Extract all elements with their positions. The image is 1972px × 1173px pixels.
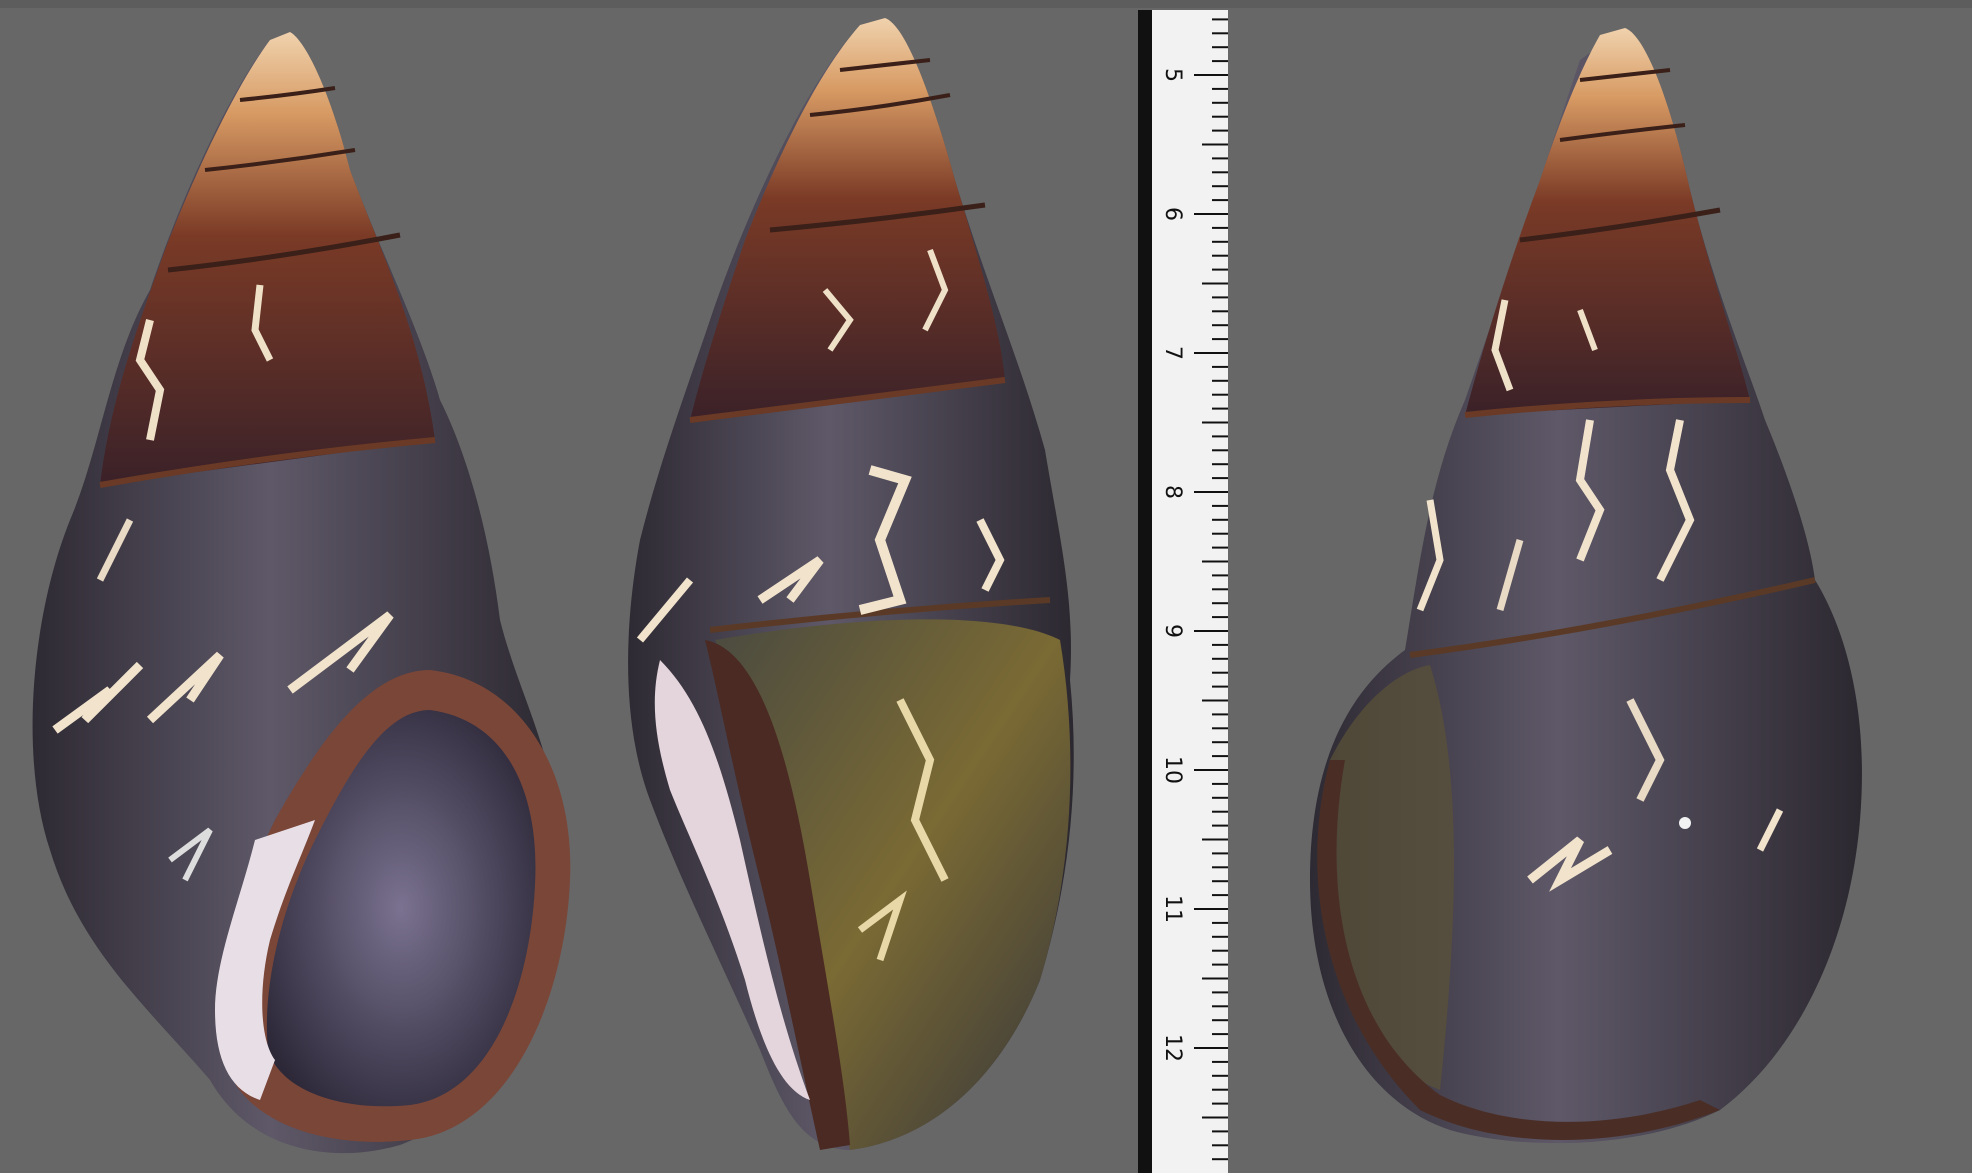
ruler-label-9: 9 <box>1160 624 1185 638</box>
top-border <box>0 0 1972 8</box>
ruler-label-6: 6 <box>1160 207 1185 221</box>
shell-dorsal-view <box>1310 28 1862 1144</box>
shell-apertural-view <box>32 32 571 1154</box>
ruler-label-5: 5 <box>1160 68 1185 82</box>
ruler-edge <box>1138 10 1152 1173</box>
ruler-label-8: 8 <box>1160 485 1185 499</box>
ruler-label-7: 7 <box>1160 346 1185 360</box>
ruler-label-12: 12 <box>1160 1034 1185 1062</box>
photo-canvas: 567891011121 <box>0 0 1972 1173</box>
specimen-photo-plate: 567891011121 <box>0 0 1972 1173</box>
ruler-label-11: 11 <box>1160 895 1185 923</box>
shell-lateral-view <box>628 18 1074 1150</box>
ruler-body <box>1152 10 1228 1173</box>
ruler-label-10: 10 <box>1160 756 1185 784</box>
scale-ruler: 567891011121 <box>1138 10 1228 1173</box>
